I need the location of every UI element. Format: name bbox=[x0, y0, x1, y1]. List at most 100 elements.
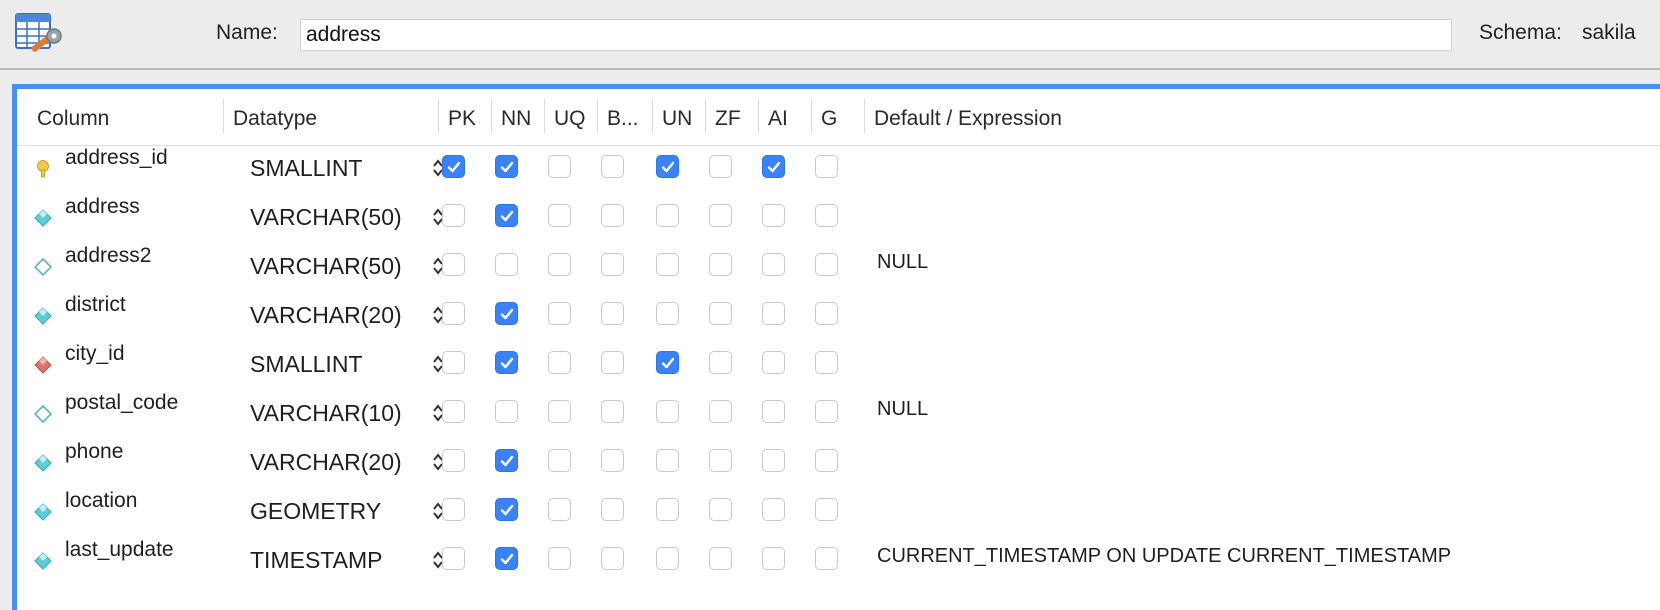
checkbox-pk[interactable] bbox=[442, 449, 465, 472]
column-name[interactable]: location bbox=[65, 489, 137, 513]
checkbox-un[interactable] bbox=[656, 204, 679, 227]
checkbox-b[interactable] bbox=[601, 547, 624, 570]
default-expression-value[interactable]: NULL bbox=[877, 251, 928, 274]
header-divider[interactable] bbox=[652, 99, 653, 133]
header-divider[interactable] bbox=[864, 99, 865, 133]
checkbox-zf[interactable] bbox=[709, 351, 732, 374]
default-expression-value[interactable]: CURRENT_TIMESTAMP ON UPDATE CURRENT_TIME… bbox=[877, 545, 1451, 568]
checkbox-ai[interactable] bbox=[762, 351, 785, 374]
datatype-value[interactable]: VARCHAR(20) bbox=[250, 302, 402, 329]
checkbox-ai[interactable] bbox=[762, 155, 785, 178]
column-name[interactable]: city_id bbox=[65, 342, 125, 366]
checkbox-nn[interactable] bbox=[495, 302, 518, 325]
header-divider[interactable] bbox=[544, 99, 545, 133]
checkbox-pk[interactable] bbox=[442, 498, 465, 521]
header-pk[interactable]: PK bbox=[448, 107, 476, 131]
table-row[interactable]: postal_code VARCHAR(10) NULL bbox=[17, 386, 1660, 438]
header-divider[interactable] bbox=[223, 99, 224, 133]
datatype-value[interactable]: TIMESTAMP bbox=[250, 547, 382, 574]
checkbox-zf[interactable] bbox=[709, 400, 732, 423]
header-column[interactable]: Column bbox=[37, 107, 109, 131]
checkbox-ai[interactable] bbox=[762, 449, 785, 472]
checkbox-nn[interactable] bbox=[495, 351, 518, 374]
header-binary[interactable]: B... bbox=[607, 107, 639, 131]
header-divider[interactable] bbox=[491, 99, 492, 133]
checkbox-g[interactable] bbox=[815, 547, 838, 570]
header-divider[interactable] bbox=[438, 99, 439, 133]
checkbox-ai[interactable] bbox=[762, 400, 785, 423]
checkbox-b[interactable] bbox=[601, 204, 624, 227]
header-un[interactable]: UN bbox=[662, 107, 692, 131]
datatype-value[interactable]: GEOMETRY bbox=[250, 498, 381, 525]
header-zf[interactable]: ZF bbox=[715, 107, 741, 131]
header-divider[interactable] bbox=[597, 99, 598, 133]
checkbox-uq[interactable] bbox=[548, 204, 571, 227]
checkbox-nn[interactable] bbox=[495, 449, 518, 472]
column-name[interactable]: address_id bbox=[65, 146, 168, 170]
header-divider[interactable] bbox=[705, 99, 706, 133]
checkbox-g[interactable] bbox=[815, 498, 838, 521]
checkbox-ai[interactable] bbox=[762, 547, 785, 570]
checkbox-g[interactable] bbox=[815, 204, 838, 227]
checkbox-nn[interactable] bbox=[495, 498, 518, 521]
checkbox-g[interactable] bbox=[815, 351, 838, 374]
checkbox-un[interactable] bbox=[656, 498, 679, 521]
checkbox-b[interactable] bbox=[601, 449, 624, 472]
checkbox-g[interactable] bbox=[815, 400, 838, 423]
header-datatype[interactable]: Datatype bbox=[233, 107, 317, 131]
table-row[interactable]: address2 VARCHAR(50) NULL bbox=[17, 239, 1660, 291]
checkbox-uq[interactable] bbox=[548, 302, 571, 325]
checkbox-g[interactable] bbox=[815, 449, 838, 472]
table-name-input[interactable] bbox=[300, 19, 1452, 51]
datatype-value[interactable]: VARCHAR(10) bbox=[250, 400, 402, 427]
checkbox-zf[interactable] bbox=[709, 498, 732, 521]
checkbox-uq[interactable] bbox=[548, 498, 571, 521]
checkbox-ai[interactable] bbox=[762, 204, 785, 227]
checkbox-b[interactable] bbox=[601, 302, 624, 325]
checkbox-pk[interactable] bbox=[442, 302, 465, 325]
checkbox-pk[interactable] bbox=[442, 204, 465, 227]
checkbox-zf[interactable] bbox=[709, 449, 732, 472]
datatype-value[interactable]: VARCHAR(50) bbox=[250, 204, 402, 231]
checkbox-nn[interactable] bbox=[495, 400, 518, 423]
header-default-expression[interactable]: Default / Expression bbox=[874, 107, 1062, 131]
checkbox-ai[interactable] bbox=[762, 302, 785, 325]
checkbox-nn[interactable] bbox=[495, 253, 518, 276]
table-row[interactable]: phone VARCHAR(20) bbox=[17, 435, 1660, 487]
header-divider[interactable] bbox=[758, 99, 759, 133]
table-row[interactable]: last_update TIMESTAMP CURRENT_TIMESTAMP ON… bbox=[17, 533, 1660, 585]
header-uq[interactable]: UQ bbox=[554, 107, 586, 131]
checkbox-uq[interactable] bbox=[548, 547, 571, 570]
checkbox-zf[interactable] bbox=[709, 155, 732, 178]
datatype-value[interactable]: SMALLINT bbox=[250, 155, 362, 182]
column-name[interactable]: address bbox=[65, 195, 140, 219]
checkbox-uq[interactable] bbox=[548, 449, 571, 472]
datatype-value[interactable]: VARCHAR(20) bbox=[250, 449, 402, 476]
header-nn[interactable]: NN bbox=[501, 107, 531, 131]
checkbox-b[interactable] bbox=[601, 400, 624, 423]
checkbox-zf[interactable] bbox=[709, 204, 732, 227]
table-row[interactable]: location GEOMETRY bbox=[17, 484, 1660, 536]
checkbox-pk[interactable] bbox=[442, 253, 465, 276]
table-row[interactable]: address VARCHAR(50) bbox=[17, 190, 1660, 242]
checkbox-g[interactable] bbox=[815, 302, 838, 325]
column-name[interactable]: last_update bbox=[65, 538, 174, 562]
checkbox-un[interactable] bbox=[656, 155, 679, 178]
default-expression-value[interactable]: NULL bbox=[877, 398, 928, 421]
checkbox-un[interactable] bbox=[656, 253, 679, 276]
checkbox-uq[interactable] bbox=[548, 400, 571, 423]
header-divider[interactable] bbox=[811, 99, 812, 133]
checkbox-b[interactable] bbox=[601, 155, 624, 178]
checkbox-b[interactable] bbox=[601, 351, 624, 374]
table-row[interactable]: city_id SMALLINT bbox=[17, 337, 1660, 389]
column-name[interactable]: postal_code bbox=[65, 391, 178, 415]
checkbox-nn[interactable] bbox=[495, 204, 518, 227]
checkbox-zf[interactable] bbox=[709, 253, 732, 276]
column-name[interactable]: district bbox=[65, 293, 126, 317]
checkbox-un[interactable] bbox=[656, 302, 679, 325]
header-g[interactable]: G bbox=[821, 107, 837, 131]
column-name[interactable]: phone bbox=[65, 440, 123, 464]
checkbox-uq[interactable] bbox=[548, 253, 571, 276]
checkbox-ai[interactable] bbox=[762, 498, 785, 521]
checkbox-pk[interactable] bbox=[442, 351, 465, 374]
